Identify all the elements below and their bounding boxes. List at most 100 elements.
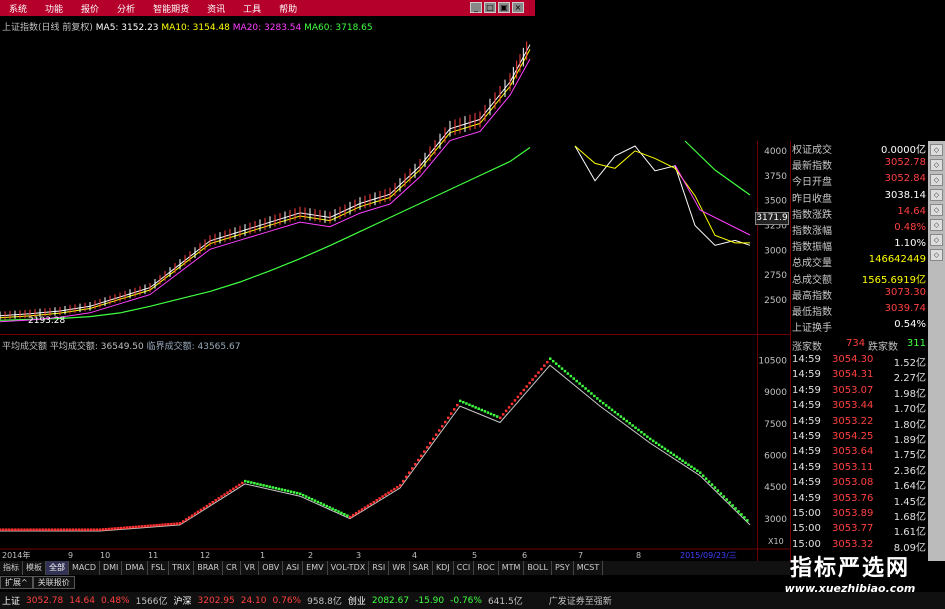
quote-value: 3052.78 <box>884 157 926 169</box>
indicator-tab[interactable]: WR <box>389 561 410 575</box>
indicator-tab[interactable]: DMI <box>100 561 123 575</box>
tick-price: 3053.08 <box>832 477 874 489</box>
turnover-dot <box>122 526 126 530</box>
indicator-tab[interactable]: VOL-TDX <box>328 561 370 575</box>
indicator-tab[interactable]: DMA <box>122 561 148 575</box>
tick-row: 14:59 3054.31 2.27亿 <box>790 369 928 384</box>
indicator-tab[interactable]: MACD <box>69 561 100 575</box>
indicator-tab[interactable]: RSI <box>369 561 390 575</box>
turnover-dot <box>378 497 381 500</box>
indicator-tab[interactable]: PSY <box>552 561 574 575</box>
turnover-dot <box>438 429 441 432</box>
x-tick: 1 <box>260 551 265 560</box>
indicator-tab[interactable]: KDJ <box>433 561 454 575</box>
turnover-dot <box>322 503 326 506</box>
tick-price: 3053.89 <box>832 508 874 519</box>
turnover-dot <box>610 408 614 412</box>
turnover-dot <box>672 453 676 457</box>
turnover-dot <box>728 501 731 504</box>
turnover-tick: 3000 <box>764 515 787 525</box>
toolbar-icon[interactable]: ◇ <box>930 189 943 201</box>
toolbar-icon[interactable]: ◇ <box>930 174 943 186</box>
toolbar-icon[interactable]: ◇ <box>930 234 943 246</box>
indicator-tab[interactable]: SAR <box>410 561 433 575</box>
tick-amount: 1.52亿 <box>893 358 926 369</box>
turnover-dot <box>657 443 661 447</box>
indicator-tab[interactable]: EMV <box>303 561 328 575</box>
toolbar-icon[interactable]: ◇ <box>930 159 943 171</box>
tick-price: 3053.77 <box>832 523 874 535</box>
indicator-tab[interactable]: TRIX <box>169 561 195 575</box>
turnover-dot <box>155 523 158 527</box>
tick-price: 3053.32 <box>832 538 874 550</box>
tick-price: 3053.11 <box>832 461 874 473</box>
sub-tab[interactable]: 关联报价 <box>32 576 75 589</box>
turnover-dot <box>107 527 111 531</box>
tick-price: 3054.30 <box>832 354 874 365</box>
turnover-dot <box>737 510 740 513</box>
indicator-tab[interactable]: MCST <box>574 561 604 575</box>
tick-amount: 1.89亿 <box>893 435 926 446</box>
turnover-dot <box>149 524 152 527</box>
turnover-dot <box>669 451 673 455</box>
quote-value: 0.48% <box>894 222 926 233</box>
toolbar-icon[interactable]: ◇ <box>930 204 943 216</box>
turnover-dot <box>220 495 223 498</box>
turnover-dot <box>578 382 581 385</box>
indicator-tab[interactable]: BOLL <box>524 561 552 575</box>
turnover-dot <box>99 528 102 531</box>
x-tick: 2014年 <box>2 550 30 560</box>
ma20-line <box>0 58 531 323</box>
indicator-tab[interactable]: CR <box>223 561 242 575</box>
turnover-dot <box>17 528 20 531</box>
indicator-tab[interactable]: OBV <box>259 561 284 575</box>
indicator-tab[interactable]: 全部 <box>46 561 69 575</box>
quote-value: 14.64 <box>897 205 926 217</box>
turnover-dot <box>184 518 188 521</box>
turnover-dot <box>483 410 487 413</box>
turnover-dot <box>607 406 611 409</box>
toolbar-icon[interactable]: ◇ <box>930 249 943 261</box>
turnover-dot <box>181 520 185 523</box>
turnover-dot <box>613 410 617 414</box>
turnover-dot <box>226 491 229 494</box>
turnover-tick: 10500 <box>758 357 787 367</box>
indicator-tab[interactable]: CCI <box>454 561 475 575</box>
turnover-dot <box>253 482 256 485</box>
indicator-tab[interactable]: 指标 <box>0 561 23 575</box>
turnover-unit: X10 <box>768 537 784 546</box>
tick-time: 14:59 <box>792 415 821 427</box>
tick-price: 3053.07 <box>832 384 874 396</box>
price-tick: 2750 <box>764 271 787 281</box>
turnover-dot <box>35 528 38 531</box>
turnover-dot <box>408 471 411 474</box>
quote-label: 最高指数 <box>792 290 832 302</box>
indicator-tab[interactable]: BRAR <box>194 561 224 575</box>
tick-row: 14:59 3053.44 1.70亿 <box>790 400 928 415</box>
turnover-dot <box>360 508 364 511</box>
status-item: 641.5亿 <box>487 597 523 607</box>
indicator-tab[interactable]: FSL <box>148 561 169 575</box>
turnover-dot <box>590 392 593 395</box>
turnover-dot <box>414 463 417 466</box>
turnover-dot <box>495 415 499 418</box>
sub-tab[interactable]: 扩展^ <box>0 576 33 589</box>
turnover-dot <box>161 523 164 527</box>
turnover-dot <box>426 446 429 449</box>
turnover-dot <box>334 508 337 512</box>
tick-time: 15:00 <box>792 538 821 550</box>
indicator-tab[interactable]: ROC <box>474 561 499 575</box>
indicator-tab[interactable]: MTM <box>499 561 525 575</box>
quote-row: 指数涨跌 14.64 <box>790 206 928 222</box>
turnover-dot <box>283 489 287 492</box>
indicator-tab[interactable]: ASI <box>283 561 304 575</box>
down-label: 跌家数 <box>868 342 898 353</box>
turnover-dot <box>447 416 450 420</box>
turnover-dot <box>256 482 259 486</box>
indicator-tab[interactable]: VR <box>241 561 260 575</box>
turnover-dot <box>450 412 453 415</box>
toolbar-icon[interactable]: ◇ <box>930 144 943 156</box>
toolbar-icon[interactable]: ◇ <box>930 219 943 231</box>
quote-value: 1.10% <box>894 238 926 250</box>
indicator-tab[interactable]: 模板 <box>23 561 46 575</box>
